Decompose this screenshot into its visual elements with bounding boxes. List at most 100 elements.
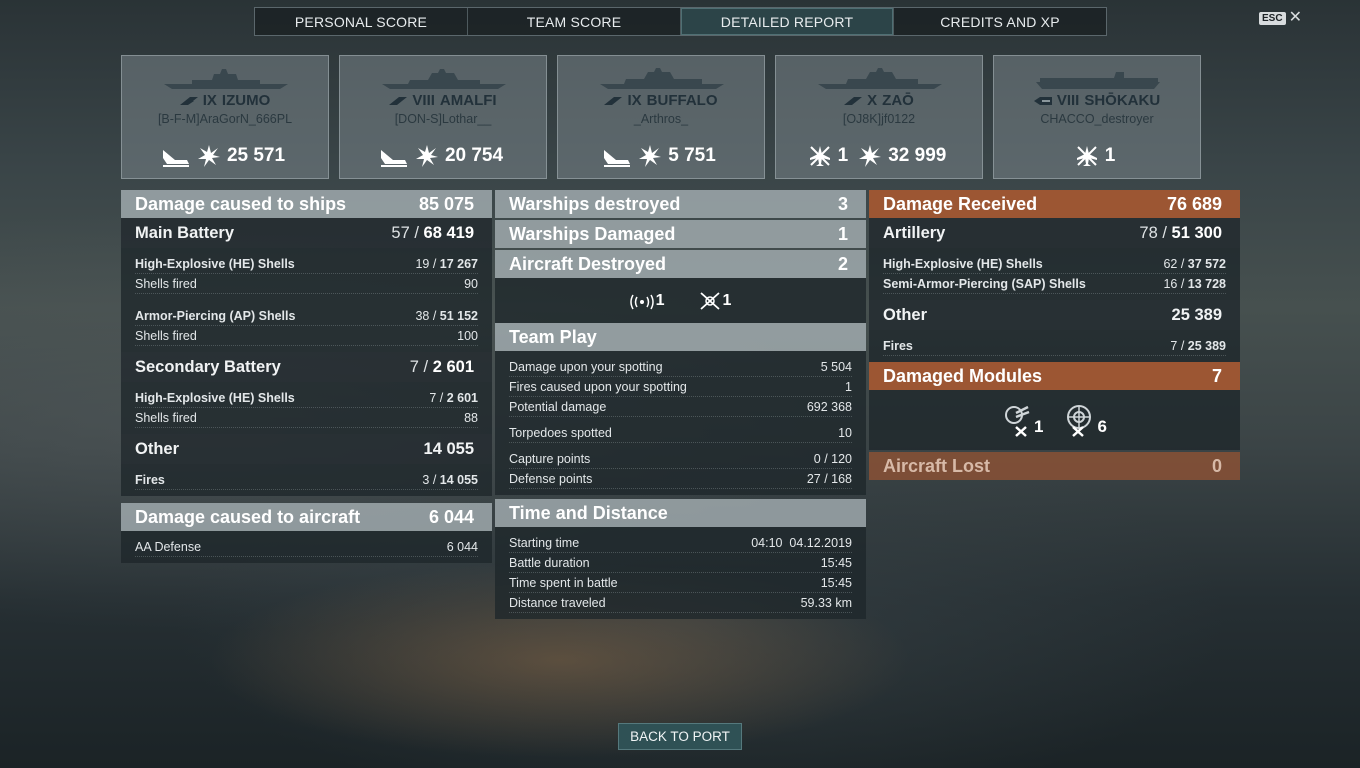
cruiser-class-icon (604, 96, 623, 105)
ship-destroyed-icon (162, 150, 189, 167)
ship-name: VIII SHŌKAKU (994, 92, 1200, 109)
ship-card[interactable]: IX IZUMO [B-F-M]AraGorN_666PL 25 571 (121, 55, 329, 179)
main-battery-row: Main Battery 57 / 68 419 (121, 218, 492, 248)
aircraft-destroyed-header: Aircraft Destroyed 2 (495, 250, 866, 278)
damage-caused-column: Damage caused to ships 85 075 Main Batte… (121, 190, 492, 563)
artillery-details: High-Explosive (HE) Shells 62 / 37 572 S… (869, 248, 1240, 300)
secondary-battery-row: Secondary Battery 7 / 2 601 (121, 352, 492, 382)
damage-caused-to-ships-header: Damage caused to ships 85 075 (121, 190, 492, 218)
time-row: Battle duration 15:45 (509, 553, 852, 573)
tab-personal-score[interactable]: PERSONAL SCORE (255, 8, 468, 35)
team-play-row: Capture points 0 / 120 (509, 449, 852, 469)
player-name: _Arthros_ (633, 112, 689, 126)
team-play-row: Defense points 27 / 168 (509, 469, 852, 489)
he-shells-row: High-Explosive (HE) Shells 7 / 2 601 (135, 388, 478, 408)
ship-silhouette-icon (164, 69, 288, 89)
engine-module-stat: 6 (1062, 403, 1107, 437)
team-play-row: Potential damage 692 368 (509, 397, 852, 417)
esc-close-button[interactable]: ESC ✕ (1259, 9, 1302, 26)
other-details: Fires 3 / 14 055 (121, 464, 492, 496)
ship-name: X ZAŌ (776, 92, 982, 109)
ship-tier: IX (627, 92, 642, 109)
aircraft-lost-header: Aircraft Lost 0 (869, 452, 1240, 480)
team-play-header: Team Play (495, 323, 866, 351)
ship-name-label: AMALFI (439, 92, 497, 109)
ship-name-label: BUFFALO (646, 92, 718, 109)
plane-kill-stat: 1 (699, 291, 731, 310)
damage-explosion-icon (859, 145, 882, 167)
engine-module-damaged-icon (1066, 405, 1091, 437)
tab-credits-and-xp[interactable]: CREDITS AND XP (894, 8, 1106, 35)
ap-shells-row: Armor-Piercing (AP) Shells 38 / 51 152 (135, 306, 478, 326)
damaged-modules-icons: 1 6 (869, 390, 1240, 450)
shells-fired-row: Shells fired 90 (135, 274, 478, 294)
battle-summary-column: Warships destroyed 3 Warships Damaged 1 … (495, 190, 866, 619)
aa-defense-row: AA Defense 6 044 (135, 537, 478, 557)
other-row: Other 14 055 (121, 434, 492, 464)
ship-silhouette-icon (600, 68, 724, 89)
ship-card[interactable]: VIII SHŌKAKU CHACCO_destroyer 1 (993, 55, 1201, 179)
other-details: Fires 7 / 25 389 (869, 330, 1240, 362)
carrier-class-icon (1033, 96, 1052, 105)
damage-value: 25 571 (226, 145, 286, 166)
team-play-row: Torpedoes spotted 10 (509, 423, 852, 443)
time-row: Time spent in battle 15:45 (509, 573, 852, 593)
warships-destroyed-header: Warships destroyed 3 (495, 190, 866, 218)
damage-received-header: Damage Received 76 689 (869, 190, 1240, 218)
team-play-row: Fires caused upon your spotting 1 (509, 377, 852, 397)
damage-value: 32 999 (888, 145, 947, 166)
plane-destroyed-icon (1076, 146, 1097, 166)
team-play-details: Damage upon your spotting 5 504 Fires cau… (495, 351, 866, 495)
ship-cards: IX IZUMO [B-F-M]AraGorN_666PL 25 571 VII… (121, 55, 1201, 179)
shells-fired-row: Shells fired 100 (135, 326, 478, 346)
player-name: [B-F-M]AraGorN_666PL (157, 112, 293, 126)
ship-name-label: ZAŌ (882, 92, 914, 109)
ship-stats: 25 571 (122, 144, 328, 168)
ship-tier: VIII (412, 92, 435, 109)
report-tabs: PERSONAL SCORE TEAM SCORE DETAILED REPOR… (254, 7, 1107, 36)
radar-signal-icon (629, 294, 654, 309)
he-shells-row: High-Explosive (HE) Shells 62 / 37 572 (883, 254, 1226, 274)
back-to-port-button[interactable]: BACK TO PORT (618, 723, 742, 750)
ship-name: IX BUFFALO (558, 92, 764, 109)
aircraft-destroyed-icons: 1 1 (495, 278, 866, 323)
other-row: Other 25 389 (869, 300, 1240, 330)
ship-card[interactable]: X ZAŌ [OJ8K]jf0122 1 32 999 (775, 55, 983, 179)
ship-name: VIII AMALFI (340, 92, 546, 109)
shells-fired-row: Shells fired 88 (135, 408, 478, 428)
ship-destroyed-icon (604, 150, 631, 167)
time-row: Starting time 04:10 04.12.2019 (509, 533, 852, 553)
close-icon: ✕ (1288, 9, 1302, 26)
fires-row: Fires 7 / 25 389 (883, 336, 1226, 356)
ship-silhouette-icon (1036, 72, 1160, 89)
ship-stats: 5 751 (558, 144, 764, 168)
tab-detailed-report[interactable]: DETAILED REPORT (681, 8, 894, 35)
ship-tier: IX (202, 92, 217, 109)
ship-silhouette-icon (382, 69, 506, 89)
ship-name: IX IZUMO (122, 92, 328, 109)
ship-name-label: SHŌKAKU (1084, 92, 1161, 109)
tab-team-score[interactable]: TEAM SCORE (468, 8, 681, 35)
ship-silhouette-icon (818, 68, 942, 89)
warships-damaged-header: Warships Damaged 1 (495, 220, 866, 248)
ship-stats: 20 754 (340, 144, 546, 168)
player-name: [DON-S]Lothar__ (394, 112, 492, 126)
player-name: CHACCO_destroyer (1040, 112, 1154, 126)
artillery-row: Artillery 78 / 51 300 (869, 218, 1240, 248)
time-and-distance-details: Starting time 04:10 04.12.2019 Battle dur… (495, 527, 866, 619)
ship-card[interactable]: VIII AMALFI [DON-S]Lothar__ 20 754 (339, 55, 547, 179)
fires-row: Fires 3 / 14 055 (135, 470, 478, 490)
cruiser-class-icon (179, 96, 198, 105)
time-and-distance-header: Time and Distance (495, 499, 866, 527)
ship-name-label: IZUMO (221, 92, 271, 109)
kills-value: 1 (1104, 145, 1116, 166)
aircraft-damage-details: AA Defense 6 044 (121, 531, 492, 563)
plane-destroyed-icon (809, 146, 830, 166)
ship-stats: 1 32 999 (776, 144, 982, 168)
cruiser-class-icon (844, 96, 863, 105)
ship-card[interactable]: IX BUFFALO _Arthros_ 5 751 (557, 55, 765, 179)
he-shells-row: High-Explosive (HE) Shells 19 / 17 267 (135, 254, 478, 274)
damage-value: 20 754 (444, 145, 504, 166)
row-label: Main Battery (135, 223, 235, 242)
plane-shot-down-icon (699, 291, 720, 310)
